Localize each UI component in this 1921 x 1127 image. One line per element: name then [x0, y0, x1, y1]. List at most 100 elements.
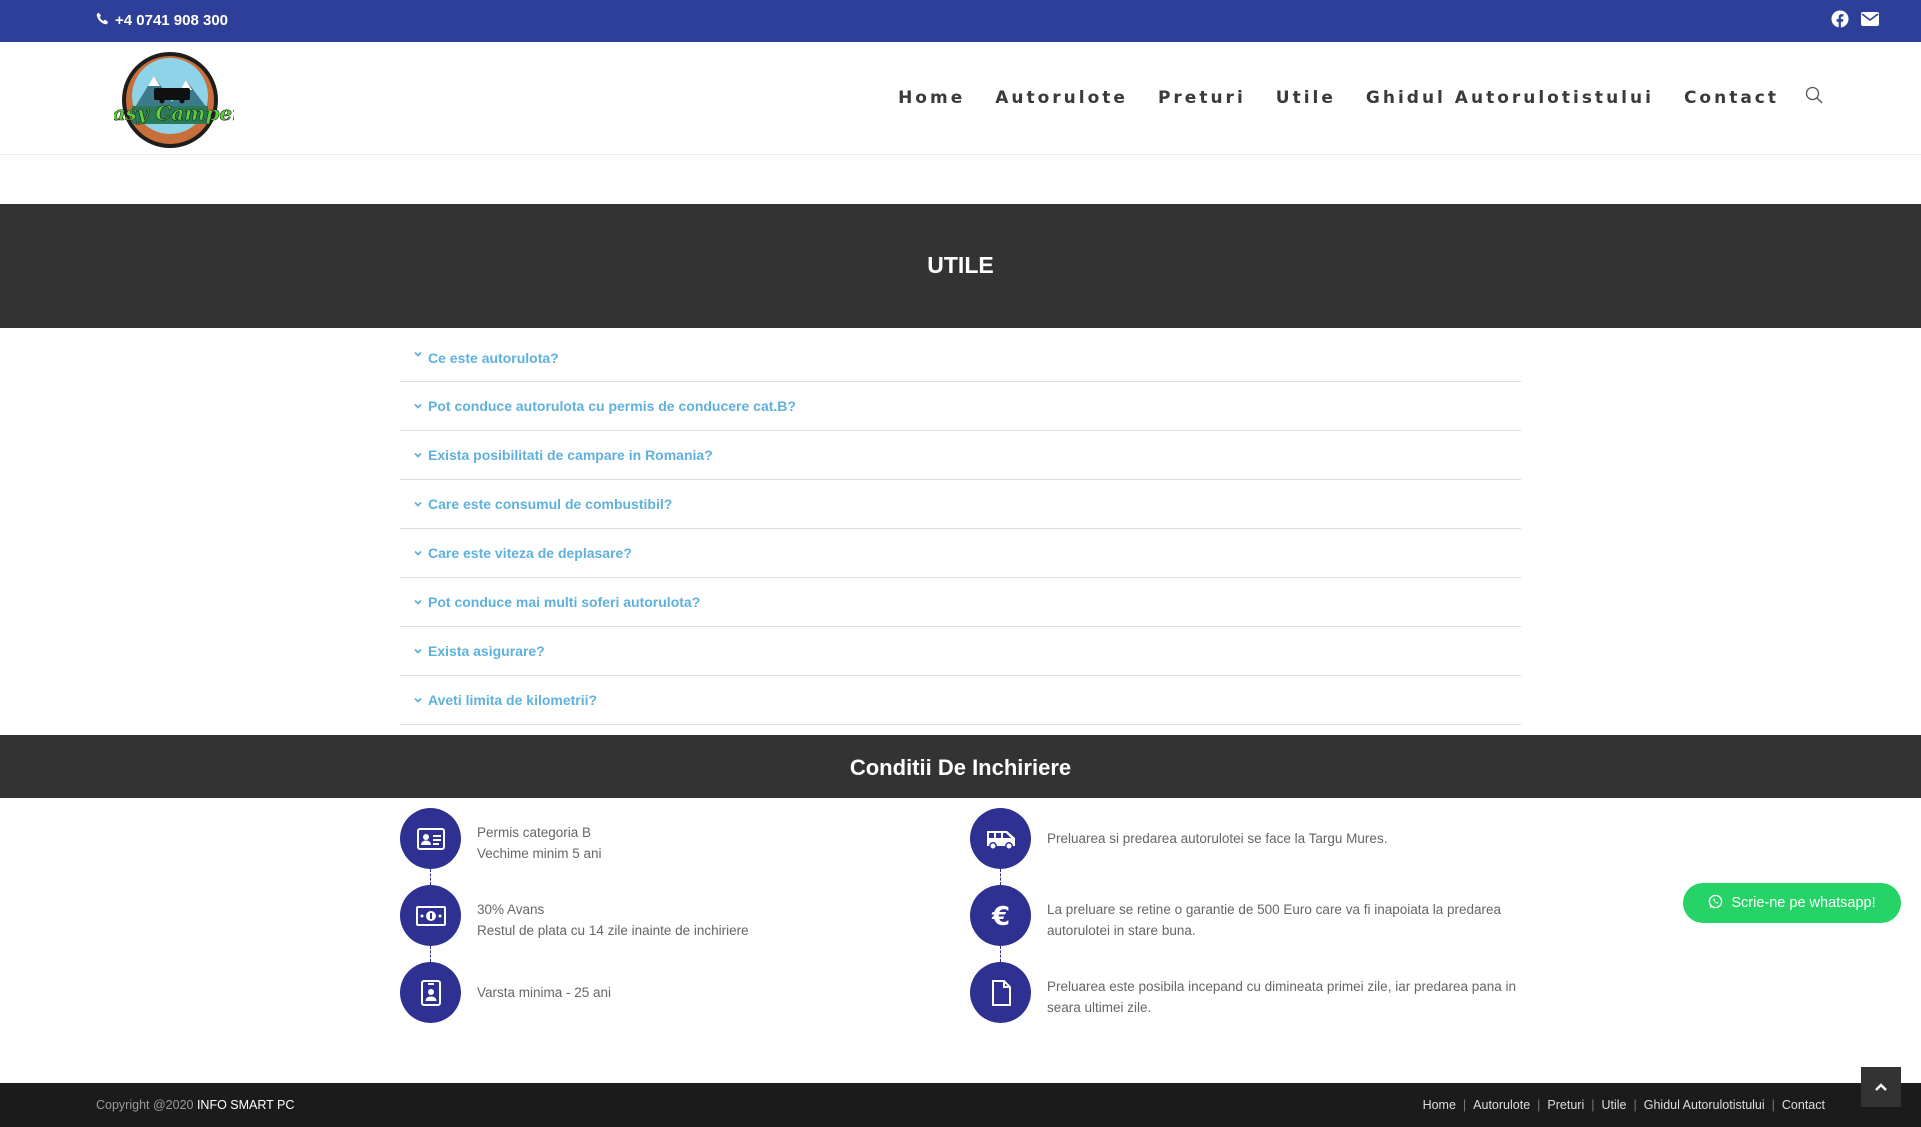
whatsapp-icon	[1708, 894, 1723, 913]
id-card-icon	[400, 808, 461, 869]
conditions-left-column: Permis categoria B Vechime minim 5 ani 3…	[400, 808, 960, 1039]
condition-line: Varsta minima - 25 ani	[477, 985, 612, 1000]
copyright-text: Copyright @2020	[96, 1098, 194, 1112]
footer-link-ghidul[interactable]: Ghidul Autorulotistului	[1644, 1098, 1765, 1112]
phone-number: +4 0741 908 300	[115, 12, 229, 29]
copyright-brand-link[interactable]: INFO SMART PC	[197, 1098, 294, 1112]
chevron-down-icon	[414, 696, 422, 704]
separator: |	[1633, 1098, 1637, 1112]
condition-item: Preluarea si predarea autorulotei se fac…	[970, 808, 1530, 885]
faq-accordion: Ce este autorulota? Pot conduce autorulo…	[400, 339, 1521, 725]
chevron-down-icon	[414, 598, 422, 606]
connector-line	[1000, 946, 1001, 962]
nav-autorulote[interactable]: Autorulote	[995, 88, 1128, 108]
faq-item[interactable]: Pot conduce mai multi soferi autorulota?	[400, 578, 1521, 627]
svg-text:€: €	[990, 903, 1009, 929]
condition-line: Preluarea este posibila incepand cu dimi…	[1047, 979, 1517, 1015]
phone-link[interactable]: +4 0741 908 300	[96, 12, 228, 29]
faq-item[interactable]: Ce este autorulota?	[400, 339, 1521, 382]
chevron-down-icon	[414, 549, 422, 557]
condition-line: Restul de plata cu 14 zile inainte de in…	[477, 923, 749, 938]
copyright: Copyright @2020 INFO SMART PC	[96, 1098, 294, 1112]
condition-item: Varsta minima - 25 ani	[400, 962, 960, 1039]
id-badge-icon	[400, 962, 461, 1023]
footer-link-autorulote[interactable]: Autorulote	[1473, 1098, 1530, 1112]
connector-line	[430, 946, 431, 962]
condition-text: Varsta minima - 25 ani	[477, 982, 957, 1003]
footer-link-utile[interactable]: Utile	[1601, 1098, 1626, 1112]
chevron-down-icon	[414, 451, 422, 459]
condition-line: La preluare se retine o garantie de 500 …	[1047, 902, 1502, 938]
condition-item: € La preluare se retine o garantie de 50…	[970, 885, 1530, 962]
whatsapp-label: Scrie-ne pe whatsapp!	[1731, 895, 1876, 911]
conditions-title: Conditii De Inchiriere	[849, 755, 1072, 780]
separator: |	[1591, 1098, 1595, 1112]
condition-line: Vechime minim 5 ani	[477, 846, 602, 861]
site-header: Easy Camper Home Autorulote Preturi Util…	[0, 42, 1921, 155]
connector-line	[1000, 869, 1001, 885]
whatsapp-button[interactable]: Scrie-ne pe whatsapp!	[1683, 883, 1901, 923]
chevron-down-icon	[414, 350, 422, 358]
nav-ghidul[interactable]: Ghidul Autorulotistului	[1366, 88, 1654, 108]
condition-text: Preluarea si predarea autorulotei se fac…	[1047, 828, 1527, 849]
footer-nav: Home | Autorulote | Preturi | Utile | Ghidul…	[1423, 1098, 1825, 1112]
condition-item: Permis categoria B Vechime minim 5 ani	[400, 808, 960, 885]
euro-icon: €	[970, 885, 1031, 946]
envelope-icon[interactable]	[1861, 10, 1879, 28]
file-icon	[970, 962, 1031, 1023]
faq-question: Care este viteza de deplasare?	[428, 545, 632, 561]
phone-icon	[96, 12, 109, 29]
condition-item: Preluarea este posibila incepand cu dimi…	[970, 962, 1530, 1039]
footer-link-preturi[interactable]: Preturi	[1547, 1098, 1584, 1112]
nav-contact[interactable]: Contact	[1684, 88, 1779, 108]
connector-line	[430, 869, 431, 885]
top-bar: +4 0741 908 300	[0, 0, 1921, 42]
facebook-icon[interactable]	[1831, 10, 1849, 28]
chevron-down-icon	[414, 500, 422, 508]
nav-utile[interactable]: Utile	[1276, 88, 1336, 108]
faq-question: Exista asigurare?	[428, 643, 545, 659]
faq-question: Aveti limita de kilometrii?	[428, 692, 598, 708]
separator: |	[1462, 1098, 1467, 1112]
faq-question: Care este consumul de combustibil?	[428, 496, 673, 512]
faq-item[interactable]: Care este consumul de combustibil?	[400, 480, 1521, 529]
nav-preturi[interactable]: Preturi	[1158, 88, 1246, 108]
search-icon[interactable]	[1805, 86, 1823, 109]
scroll-to-top-button[interactable]	[1861, 1067, 1901, 1107]
chevron-down-icon	[414, 402, 422, 410]
svg-text:Easy Camper: Easy Camper	[114, 101, 234, 125]
faq-question: Pot conduce autorulota cu permis de cond…	[428, 398, 796, 414]
conditions-band: Conditii De Inchiriere	[0, 735, 1921, 798]
footer-link-contact[interactable]: Contact	[1782, 1098, 1825, 1112]
faq-item[interactable]: Pot conduce autorulota cu permis de cond…	[400, 382, 1521, 431]
faq-item[interactable]: Care este viteza de deplasare?	[400, 529, 1521, 578]
condition-item: 30% Avans Restul de plata cu 14 zile ina…	[400, 885, 960, 962]
money-bill-icon	[400, 885, 461, 946]
faq-item[interactable]: Exista posibilitati de campare in Romani…	[400, 431, 1521, 480]
condition-text: Preluarea este posibila incepand cu dimi…	[1047, 976, 1527, 1018]
nav-home[interactable]: Home	[898, 88, 965, 108]
condition-line: Permis categoria B	[477, 825, 592, 840]
page-title: UTILE	[927, 252, 994, 278]
condition-line: 30% Avans	[477, 902, 545, 917]
separator: |	[1771, 1098, 1775, 1112]
site-footer: Copyright @2020 INFO SMART PC Home | Auto…	[0, 1083, 1921, 1127]
separator: |	[1537, 1098, 1541, 1112]
condition-text: Permis categoria B Vechime minim 5 ani	[477, 822, 957, 864]
chevron-up-icon	[1875, 1078, 1887, 1096]
faq-question: Exista posibilitati de campare in Romani…	[428, 447, 713, 463]
faq-item[interactable]: Exista asigurare?	[400, 627, 1521, 676]
condition-text: La preluare se retine o garantie de 500 …	[1047, 899, 1517, 941]
condition-text: 30% Avans Restul de plata cu 14 zile ina…	[477, 899, 957, 941]
condition-line: Preluarea si predarea autorulotei se fac…	[1047, 831, 1388, 846]
chevron-down-icon	[414, 647, 422, 655]
shuttle-van-icon	[970, 808, 1031, 869]
faq-item[interactable]: Aveti limita de kilometrii?	[400, 676, 1521, 725]
main-nav: Home Autorulote Preturi Utile Ghidul Aut…	[898, 88, 1779, 108]
site-logo[interactable]: Easy Camper	[96, 50, 244, 150]
conditions-right-column: Preluarea si predarea autorulotei se fac…	[970, 808, 1530, 1039]
faq-question: Ce este autorulota?	[428, 350, 559, 366]
page-hero: UTILE	[0, 204, 1921, 328]
faq-question: Pot conduce mai multi soferi autorulota?	[428, 594, 701, 610]
footer-link-home[interactable]: Home	[1423, 1098, 1456, 1112]
